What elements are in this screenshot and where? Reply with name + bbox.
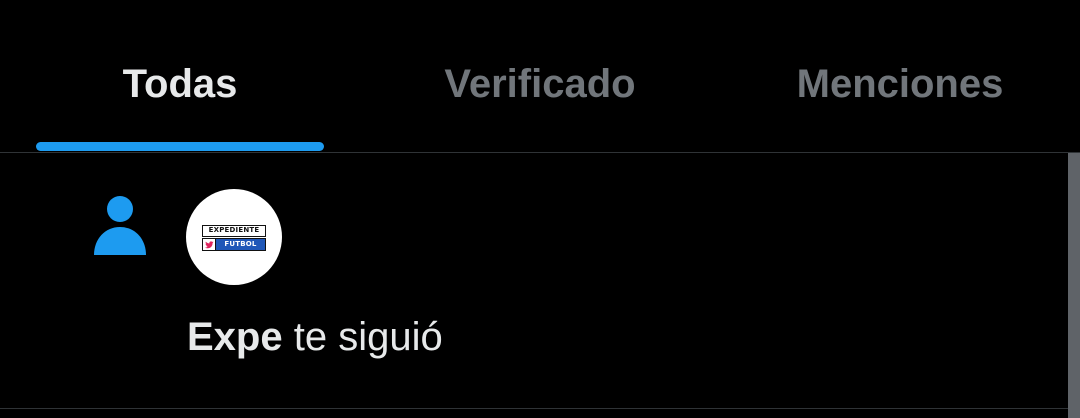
notification-text: Expe te siguió bbox=[187, 313, 443, 361]
notification-divider bbox=[0, 408, 1068, 409]
tab-label: Menciones bbox=[796, 62, 1004, 106]
follow-notification[interactable]: EXPEDIENTE FUTBOL Expe te siguió bbox=[0, 153, 1068, 409]
expediente-futbol-logo: EXPEDIENTE FUTBOL bbox=[202, 225, 266, 251]
tab-verificado[interactable]: Verificado bbox=[360, 0, 720, 153]
avatar[interactable]: EXPEDIENTE FUTBOL bbox=[186, 189, 282, 285]
tab-label: Verificado bbox=[444, 62, 636, 106]
user-name-link[interactable]: Expe bbox=[187, 315, 283, 359]
notification-tabs: Todas Verificado Menciones bbox=[0, 0, 1080, 153]
person-follow-icon bbox=[94, 196, 146, 255]
tab-label: Todas bbox=[122, 62, 238, 106]
twitter-bird-icon bbox=[202, 238, 216, 251]
logo-bottom-text: FUTBOL bbox=[216, 238, 266, 251]
logo-bottom: FUTBOL bbox=[202, 238, 266, 251]
tab-menciones[interactable]: Menciones bbox=[720, 0, 1080, 153]
tab-todas[interactable]: Todas bbox=[0, 0, 360, 153]
logo-top-text: EXPEDIENTE bbox=[202, 225, 266, 237]
action-text: te siguió bbox=[282, 315, 443, 359]
active-tab-indicator bbox=[36, 142, 324, 151]
scrollbar[interactable] bbox=[1068, 153, 1080, 418]
